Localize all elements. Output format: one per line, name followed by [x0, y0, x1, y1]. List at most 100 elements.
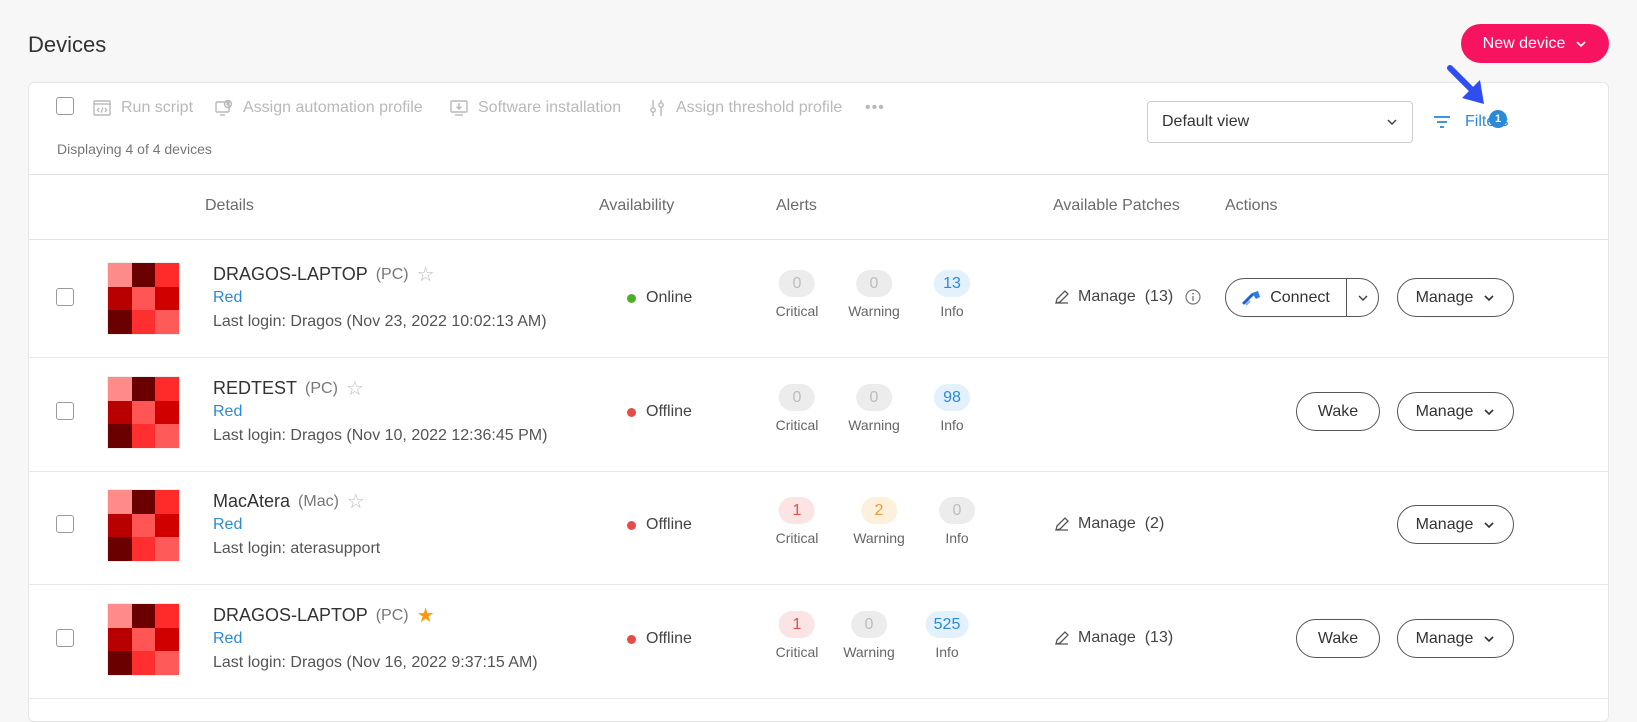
manage-patches-link[interactable]: Manage (2): [1054, 515, 1164, 533]
assign-threshold-profile-button[interactable]: Assign threshold profile: [648, 97, 842, 119]
pencil-icon: [1055, 290, 1069, 304]
chevron-down-icon: [1576, 40, 1586, 47]
software-install-icon: [450, 100, 468, 116]
device-thumbnail: [107, 603, 180, 676]
column-alerts: Alerts: [776, 197, 817, 214]
automation-icon: [215, 99, 233, 116]
alert-critical[interactable]: 0 Critical: [776, 384, 818, 433]
alert-critical-label: Critical: [775, 530, 819, 546]
manage-button[interactable]: Manage: [1397, 392, 1514, 431]
view-select-value: Default view: [1162, 113, 1250, 130]
alert-warning-count: 0: [851, 611, 887, 638]
alert-warning[interactable]: 0 Warning: [848, 270, 900, 319]
filter-icon: [1434, 116, 1450, 128]
manage-button[interactable]: Manage: [1397, 619, 1514, 658]
manage-label: Manage: [1415, 629, 1474, 647]
chevron-down-icon: [1484, 635, 1494, 642]
toolbar: Run script Assign automation profile Sof…: [29, 83, 1608, 175]
devices-card: Run script Assign automation profile Sof…: [28, 82, 1609, 722]
device-type: (PC): [375, 265, 409, 283]
new-device-button[interactable]: New device: [1461, 24, 1609, 63]
chevron-down-icon: [1357, 294, 1368, 301]
alert-warning-count: 0: [856, 270, 892, 297]
more-actions-button[interactable]: •••: [865, 97, 885, 119]
row-checkbox[interactable]: [56, 288, 74, 306]
manage-button[interactable]: Manage: [1397, 278, 1514, 317]
manage-label: Manage: [1415, 402, 1474, 420]
alert-critical[interactable]: 0 Critical: [775, 270, 819, 319]
customer-link[interactable]: Red: [213, 403, 242, 421]
alert-info-count: 525: [925, 611, 969, 638]
alert-warning[interactable]: 0 Warning: [848, 384, 900, 433]
alert-critical-count: 1: [779, 497, 815, 524]
patches-label: Manage (13): [1078, 629, 1174, 646]
alert-info-count: 0: [939, 497, 975, 524]
column-details: Details: [205, 197, 254, 214]
alert-warning[interactable]: 2 Warning: [853, 497, 905, 546]
alert-critical-count: 1: [779, 611, 815, 638]
row-checkbox[interactable]: [56, 515, 74, 533]
pencil-icon: [1055, 517, 1069, 531]
status-dot-icon: [627, 634, 636, 644]
status-label: Offline: [646, 516, 692, 533]
star-icon[interactable]: ☆: [347, 492, 365, 512]
alert-info[interactable]: 98 Info: [934, 384, 970, 433]
manage-patches-link[interactable]: Manage (13): [1054, 629, 1173, 647]
pencil-icon: [1055, 631, 1069, 645]
customer-link[interactable]: Red: [213, 289, 242, 307]
wake-label: Wake: [1317, 402, 1359, 420]
customer-link[interactable]: Red: [213, 630, 242, 648]
connect-icon: [1242, 290, 1261, 306]
column-actions: Actions: [1225, 197, 1278, 214]
chevron-down-icon: [1484, 521, 1494, 528]
star-icon[interactable]: ☆: [346, 379, 364, 399]
connect-dropdown-button[interactable]: [1347, 279, 1378, 316]
select-all-checkbox[interactable]: [56, 97, 74, 115]
alert-info-label: Info: [940, 417, 964, 433]
patches-label: Manage (2): [1078, 515, 1165, 532]
manage-button[interactable]: Manage: [1397, 505, 1514, 544]
device-name: REDTEST: [213, 378, 298, 398]
alert-critical[interactable]: 1 Critical: [775, 497, 819, 546]
software-installation-button[interactable]: Software installation: [450, 97, 621, 119]
star-filled-icon[interactable]: ★: [417, 606, 435, 626]
status-dot-icon: [627, 407, 636, 417]
device-name-link[interactable]: DRAGOS-LAPTOP (PC) ★: [213, 605, 435, 626]
table-row: DRAGOS-LAPTOP (PC) ☆ Red Last login: Dragos …: [29, 240, 1608, 358]
alert-info[interactable]: 13 Info: [934, 270, 970, 319]
device-name: MacAtera: [213, 491, 291, 511]
device-type: (PC): [375, 606, 409, 624]
alert-info[interactable]: 0 Info: [939, 497, 975, 546]
status-label: Online: [646, 289, 693, 306]
column-availability: Availability: [599, 197, 675, 214]
customer-link[interactable]: Red: [213, 516, 242, 534]
view-select[interactable]: Default view: [1147, 101, 1413, 143]
run-script-button[interactable]: Run script: [93, 97, 193, 119]
alert-critical[interactable]: 1 Critical: [776, 611, 818, 660]
device-name-link[interactable]: REDTEST (PC) ☆: [213, 378, 364, 399]
device-name: DRAGOS-LAPTOP: [213, 605, 368, 625]
device-name-link[interactable]: MacAtera (Mac) ☆: [213, 491, 365, 512]
script-icon: [93, 100, 111, 116]
chevron-down-icon: [1484, 408, 1494, 415]
column-available-patches: Available Patches: [1053, 197, 1180, 214]
device-name-link[interactable]: DRAGOS-LAPTOP (PC) ☆: [213, 264, 435, 285]
wake-button[interactable]: Wake: [1296, 619, 1380, 658]
status-label: Offline: [646, 630, 692, 647]
alert-critical-label: Critical: [775, 303, 819, 319]
status-label: Offline: [646, 403, 692, 420]
row-checkbox[interactable]: [56, 629, 74, 647]
star-icon[interactable]: ☆: [417, 265, 435, 285]
info-icon[interactable]: [1185, 289, 1201, 305]
device-thumbnail: [107, 262, 180, 335]
status-dot-icon: [627, 520, 636, 530]
connect-button[interactable]: Connect: [1226, 279, 1347, 316]
manage-patches-link[interactable]: Manage (13): [1054, 288, 1201, 306]
last-login: Last login: Dragos (Nov 23, 2022 10:02:1…: [213, 313, 547, 330]
wake-button[interactable]: Wake: [1296, 392, 1380, 431]
alert-warning[interactable]: 0 Warning: [843, 611, 895, 660]
chevron-down-icon: [1387, 119, 1397, 126]
assign-automation-profile-button[interactable]: Assign automation profile: [215, 97, 423, 119]
alert-info[interactable]: 525 Info: [925, 611, 969, 660]
row-checkbox[interactable]: [56, 402, 74, 420]
